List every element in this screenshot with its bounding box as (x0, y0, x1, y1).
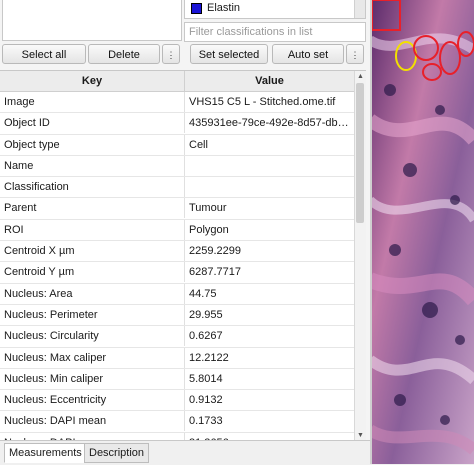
row-key: Classification (0, 177, 185, 198)
auto-set-button[interactable]: Auto set (272, 44, 344, 64)
row-key: Image (0, 92, 185, 112)
row-key: Object ID (0, 113, 185, 134)
classification-label: Elastin (207, 2, 241, 14)
classification-item-elastin[interactable]: Elastin (191, 2, 240, 14)
table-row[interactable]: Object ID 435931ee-79ce-492e-8d57-dbda... (0, 113, 354, 135)
row-value: 0.9132 (189, 394, 223, 407)
row-key: Nucleus: Max caliper (0, 347, 185, 368)
row-key: Name (0, 155, 185, 176)
tab-description[interactable]: Description (84, 443, 150, 463)
table-row[interactable]: ROI Polygon (0, 219, 354, 242)
select-all-button[interactable]: Select all (2, 44, 86, 64)
table-row[interactable]: Object type Cell (0, 134, 354, 156)
row-key: Nucleus: Eccentricity (0, 390, 185, 411)
image-viewer[interactable] (370, 0, 474, 464)
tissue-image (370, 0, 474, 464)
row-key: Centroid Y µm (0, 262, 185, 283)
more-options-left-button[interactable]: ⋮ (162, 44, 180, 64)
table-row[interactable]: Nucleus: Circularity 0.6267 (0, 326, 354, 348)
classification-scrollbar[interactable] (354, 0, 365, 18)
bottom-tab-bar: Measurements Description (0, 440, 370, 465)
table-row[interactable]: Centroid X µm 2259.2299 (0, 241, 354, 263)
measurements-table: Key Value Image VHS15 C5 L - Stitched.ome… (0, 70, 366, 441)
table-row[interactable]: Nucleus: Perimeter 29.955 (0, 304, 354, 327)
annotation-panel: Elastin Filter classifications in list S… (0, 0, 370, 465)
table-row[interactable]: Nucleus: Min caliper 5.8014 (0, 368, 354, 391)
row-key: ROI (0, 219, 185, 240)
row-value: 0.6267 (189, 330, 223, 343)
key-column-header[interactable]: Key (0, 71, 185, 91)
row-value: Tumour (189, 202, 227, 215)
row-value: 6287.7717 (189, 266, 241, 279)
delete-button[interactable]: Delete (88, 44, 160, 64)
table-row[interactable]: Image VHS15 C5 L - Stitched.ome.tif (0, 92, 354, 114)
row-value: 435931ee-79ce-492e-8d57-dbda... (189, 117, 354, 130)
table-row[interactable]: Centroid Y µm 6287.7717 (0, 262, 354, 284)
row-key: Nucleus: Circularity (0, 326, 185, 347)
table-row[interactable]: Nucleus: Max caliper 12.2122 (0, 347, 354, 369)
table-row[interactable]: Nucleus: Area 44.75 (0, 283, 354, 305)
row-value: 2259.2299 (189, 245, 241, 258)
table-scrollbar[interactable]: ▲ ▼ (354, 71, 366, 441)
table-row[interactable]: Nucleus: Eccentricity 0.9132 (0, 390, 354, 412)
scroll-up-icon[interactable]: ▲ (355, 71, 366, 82)
class-color-swatch (191, 2, 202, 14)
table-row[interactable]: Name (0, 155, 354, 178)
value-column-header[interactable]: Value (185, 71, 354, 91)
row-value: 12.2122 (189, 351, 229, 364)
row-value: 5.8014 (189, 372, 223, 385)
row-value: 44.75 (189, 287, 217, 300)
set-selected-button[interactable]: Set selected (190, 44, 268, 64)
row-value (185, 177, 354, 197)
row-value: VHS15 C5 L - Stitched.ome.tif (189, 96, 336, 108)
table-row[interactable]: Nucleus: DAPI mean 0.1733 (0, 411, 354, 433)
table-row[interactable]: Parent Tumour (0, 198, 354, 220)
more-options-right-button[interactable]: ⋮ (346, 44, 364, 64)
classification-filter-input[interactable]: Filter classifications in list (184, 22, 366, 42)
table-header: Key Value (0, 71, 354, 92)
row-key: Parent (0, 198, 185, 219)
row-value: Polygon (189, 223, 229, 236)
scroll-thumb[interactable] (356, 83, 364, 223)
row-value: 29.955 (189, 308, 223, 321)
row-value: Cell (189, 138, 208, 151)
annotation-list[interactable] (2, 0, 182, 41)
tab-measurements[interactable]: Measurements (4, 443, 87, 463)
classification-list[interactable]: Elastin (184, 0, 366, 19)
row-value: 0.1733 (189, 415, 223, 428)
row-key: Nucleus: Min caliper (0, 368, 185, 389)
row-key: Nucleus: Area (0, 283, 185, 304)
panel-divider[interactable] (370, 0, 372, 464)
row-value (185, 156, 354, 176)
row-key: Centroid X µm (0, 241, 185, 262)
row-key: Nucleus: Perimeter (0, 304, 185, 325)
row-key: Nucleus: DAPI mean (0, 411, 185, 432)
table-row[interactable]: Classification (0, 177, 354, 199)
row-key: Object type (0, 134, 185, 155)
table-body: Image VHS15 C5 L - Stitched.ome.tif Object… (0, 92, 354, 441)
